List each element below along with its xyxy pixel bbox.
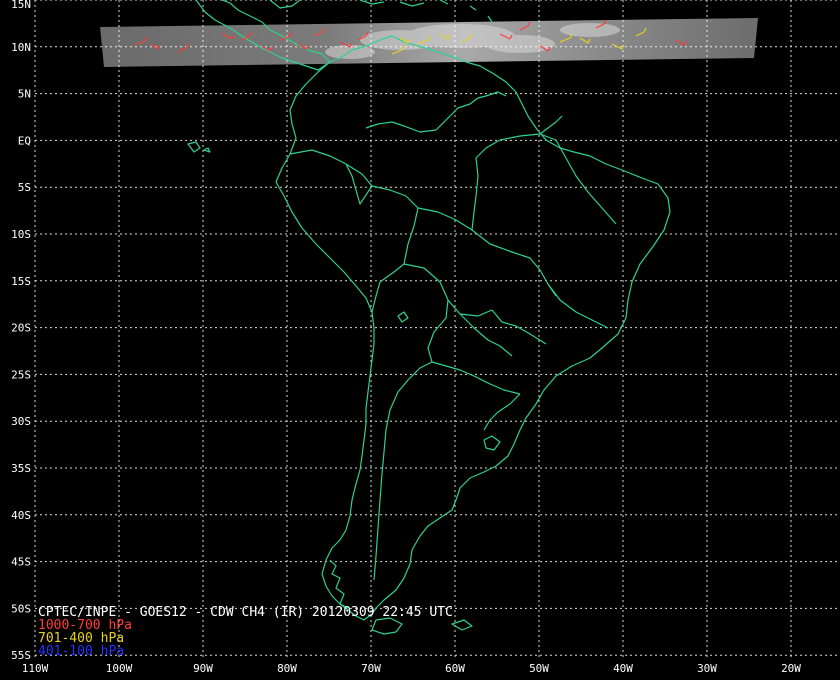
galapagos [187,141,211,153]
caribbean-islands [359,0,493,23]
latitude-label: 25S [11,368,31,381]
longitude-label: 20W [781,662,801,675]
legend-high-level: 401-100 hPa [38,644,124,659]
latitude-label: 15S [11,275,31,288]
latitude-label: 5S [18,181,31,194]
latitude-label: 20S [11,322,31,335]
chile-fjords [329,559,349,609]
latitude-label: 50S [11,602,31,615]
longitude-label: 110W [22,662,49,675]
latitude-label: 15N [11,0,31,11]
latitude-label: 55S [11,649,31,662]
longitude-label: 40W [613,662,633,675]
longitude-label: 70W [361,662,381,675]
lake-titicaca [397,311,409,323]
longitude-label: 50W [529,662,549,675]
longitude-label: 60W [445,662,465,675]
yucatan-coast [269,0,301,9]
satellite-map: 15N 10N 5N EQ 5S 10S 15S 20S 25S 30S 35S 40S 45S 50S 5… [0,0,840,680]
longitude-label: 100W [106,662,133,675]
map-canvas: 15N 10N 5N EQ 5S 10S 15S 20S 25S 30S 35S 40S 45S 50S 5… [11,0,840,675]
latitude-label: 10N [11,41,31,54]
latitude-label: 10S [11,228,31,241]
longitude-label: 30W [697,662,717,675]
latitude-label: 40S [11,509,31,522]
longitude-label: 90W [193,662,213,675]
latitude-label: EQ [18,134,31,147]
latitude-label: 45S [11,556,31,569]
latitude-label: 35S [11,462,31,475]
longitude-labels: 110W 100W 90W 80W 70W 60W 50W 40W 30W 20W [22,662,802,675]
coastlines [187,0,671,635]
uruguay-lagoon [483,435,501,451]
latitude-label: 5N [18,88,31,101]
lat-lon-grid [34,0,840,658]
latitude-labels: 15N 10N 5N EQ 5S 10S 15S 20S 25S 30S 35S 40S 45S 50S 5… [11,0,31,662]
longitude-label: 80W [277,662,297,675]
latitude-label: 30S [11,415,31,428]
tierra-del-fuego [371,617,403,635]
